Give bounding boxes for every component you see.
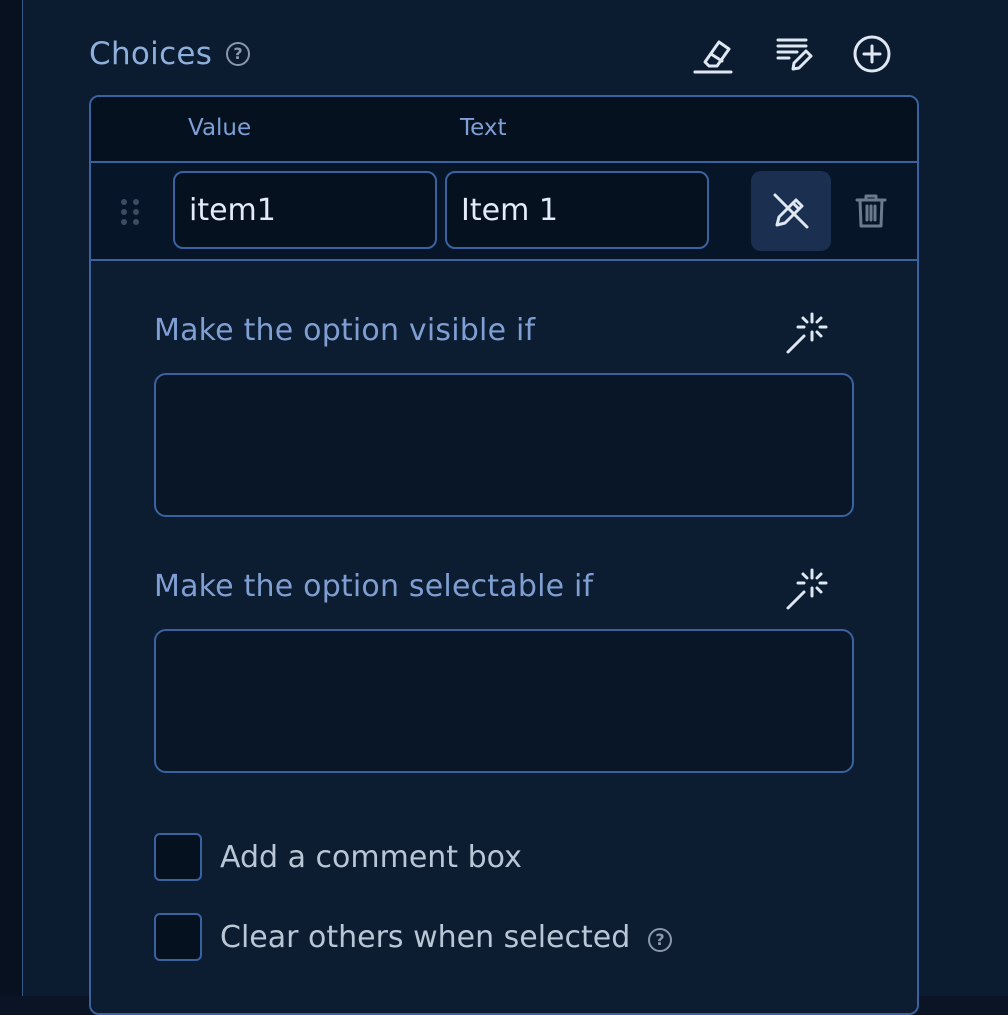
clear-choices-button[interactable] (688, 29, 738, 79)
magic-wand-icon (786, 568, 828, 610)
table-header: Value Text (91, 97, 917, 163)
choices-table: Value Text item1 Item 1 Make the option … (89, 95, 919, 1015)
help-icon[interactable]: ? (648, 928, 672, 952)
add-choice-button[interactable] (847, 29, 897, 79)
choices-title: Choices (89, 36, 213, 72)
selectable-if-label: Make the option selectable if (154, 569, 594, 604)
visible-if-label: Make the option visible if (154, 313, 536, 348)
table-row (91, 163, 917, 261)
close-edit-button[interactable] (751, 171, 831, 251)
visible-if-wizard-button[interactable] (783, 309, 831, 357)
edit-list-icon (776, 38, 813, 71)
choice-text-input[interactable] (445, 171, 709, 249)
left-panel-edge (0, 0, 23, 996)
drag-handle-icon[interactable] (121, 199, 139, 227)
plus-circle-icon (853, 35, 891, 73)
magic-wand-icon (786, 312, 828, 354)
add-comment-box-label: Add a comment box (220, 839, 522, 875)
edit-choices-button[interactable] (768, 29, 818, 79)
selectable-if-expression-input[interactable] (154, 629, 854, 773)
add-comment-box-checkbox[interactable] (154, 833, 202, 881)
pencil-off-icon (773, 193, 809, 229)
choice-value-input[interactable] (173, 171, 437, 249)
add-comment-box-option[interactable]: Add a comment box (154, 833, 522, 881)
help-icon[interactable]: ? (226, 42, 250, 66)
clear-others-label: Clear others when selected (220, 919, 631, 955)
choice-detail-panel: Make the option visible if Make the opti… (91, 261, 917, 1013)
clear-others-checkbox[interactable] (154, 913, 202, 961)
selectable-if-wizard-button[interactable] (783, 565, 831, 613)
visible-if-expression-input[interactable] (154, 373, 854, 517)
delete-choice-button[interactable] (843, 183, 899, 239)
column-header-value: Value (188, 115, 252, 141)
clear-others-option[interactable]: Clear others when selected (154, 913, 630, 961)
trash-icon (855, 194, 887, 228)
eraser-icon (693, 40, 733, 74)
column-header-text: Text (460, 115, 507, 141)
